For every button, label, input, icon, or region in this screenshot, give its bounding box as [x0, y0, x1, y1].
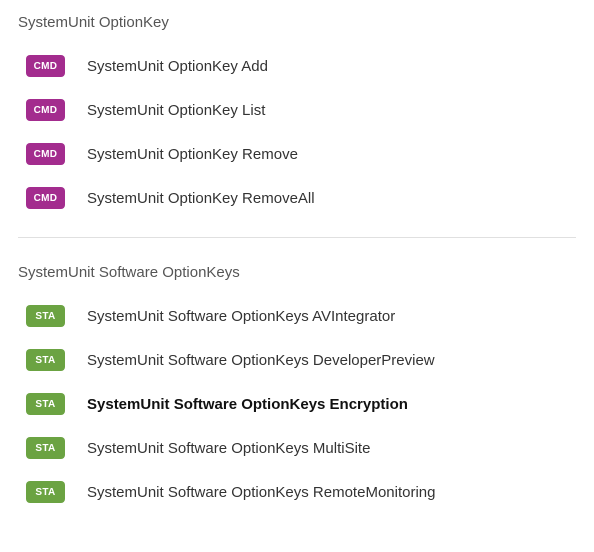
badge-cmd: CMD	[26, 99, 65, 121]
badge-sta: STA	[26, 481, 65, 503]
list-item[interactable]: STA SystemUnit Software OptionKeys Remot…	[26, 481, 576, 503]
list-item[interactable]: CMD SystemUnit OptionKey Remove	[26, 143, 576, 165]
item-label: SystemUnit Software OptionKeys Encryptio…	[87, 396, 408, 413]
badge-sta: STA	[26, 393, 65, 415]
badge-sta: STA	[26, 305, 65, 327]
item-label: SystemUnit Software OptionKeys MultiSite	[87, 440, 370, 457]
list-item[interactable]: CMD SystemUnit OptionKey List	[26, 99, 576, 121]
section-software-optionkeys: SystemUnit Software OptionKeys STA Syste…	[18, 264, 576, 503]
section-optionkey: SystemUnit OptionKey CMD SystemUnit Opti…	[18, 14, 576, 209]
item-label: SystemUnit OptionKey List	[87, 102, 265, 119]
item-label: SystemUnit OptionKey RemoveAll	[87, 190, 315, 207]
list-item[interactable]: STA SystemUnit Software OptionKeys Multi…	[26, 437, 576, 459]
list-item[interactable]: STA SystemUnit Software OptionKeys Devel…	[26, 349, 576, 371]
divider	[18, 237, 576, 238]
badge-sta: STA	[26, 437, 65, 459]
list-item[interactable]: STA SystemUnit Software OptionKeys AVInt…	[26, 305, 576, 327]
list-item[interactable]: STA SystemUnit Software OptionKeys Encry…	[26, 393, 576, 415]
item-label: SystemUnit Software OptionKeys Developer…	[87, 352, 435, 369]
badge-cmd: CMD	[26, 55, 65, 77]
badge-sta: STA	[26, 349, 65, 371]
section-title: SystemUnit OptionKey	[18, 14, 576, 31]
item-list: CMD SystemUnit OptionKey Add CMD SystemU…	[18, 55, 576, 209]
item-label: SystemUnit Software OptionKeys RemoteMon…	[87, 484, 435, 501]
item-label: SystemUnit Software OptionKeys AVIntegra…	[87, 308, 395, 325]
item-label: SystemUnit OptionKey Remove	[87, 146, 298, 163]
list-item[interactable]: CMD SystemUnit OptionKey Add	[26, 55, 576, 77]
item-label: SystemUnit OptionKey Add	[87, 58, 268, 75]
badge-cmd: CMD	[26, 187, 65, 209]
section-title: SystemUnit Software OptionKeys	[18, 264, 576, 281]
item-list: STA SystemUnit Software OptionKeys AVInt…	[18, 305, 576, 503]
badge-cmd: CMD	[26, 143, 65, 165]
list-item[interactable]: CMD SystemUnit OptionKey RemoveAll	[26, 187, 576, 209]
